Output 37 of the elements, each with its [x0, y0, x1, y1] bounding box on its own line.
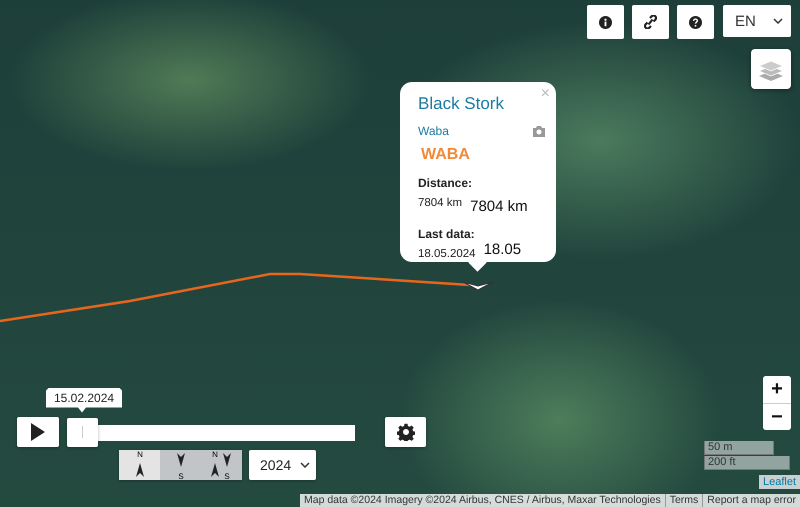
help-icon: [689, 16, 702, 28]
direction-mode-button[interactable]: N S: [201, 450, 242, 480]
play-button[interactable]: [17, 417, 59, 447]
last-data-label: Last data:: [418, 227, 475, 241]
scale-bar: 50 m: [704, 441, 774, 455]
date-tooltip: 15.02.2024: [46, 388, 122, 412]
bird-marker-icon[interactable]: [462, 282, 494, 291]
year-select[interactable]: 2024: [249, 450, 316, 480]
attribution-text: Map data ©2024 Imagery ©2024 Airbus, CNES / Airbus, Maxar Technologies: [302, 494, 662, 507]
terms-link[interactable]: Terms: [664, 494, 702, 507]
zoom-out-button[interactable]: −: [763, 403, 791, 430]
scale-bar: 200 ft: [704, 456, 790, 470]
subtitle-link[interactable]: Waba: [418, 124, 449, 138]
report-error-link[interactable]: Report a map error: [702, 494, 800, 507]
direction-mode-button[interactable]: S: [160, 450, 201, 480]
settings-button[interactable]: [385, 417, 426, 447]
slider-thumb[interactable]: [67, 418, 98, 446]
satellite-map[interactable]: [0, 0, 800, 507]
distance-label: Distance:: [418, 176, 472, 190]
camera-icon[interactable]: [532, 126, 546, 136]
popup-title: Black Stork: [418, 94, 504, 114]
play-icon: [31, 423, 45, 441]
chevron-down-icon: [300, 462, 310, 468]
last-data-value: 18.05.2024: [418, 248, 476, 260]
chevron-down-icon: [773, 18, 783, 24]
project-label: WABA: [421, 146, 470, 164]
language-select[interactable]: EN: [723, 5, 791, 37]
settings-icon: [396, 423, 414, 441]
link-icon: [644, 15, 657, 29]
distance-value: 7804 km: [418, 197, 462, 209]
link-button[interactable]: [632, 5, 669, 39]
info-icon: [599, 16, 612, 28]
help-button[interactable]: [677, 5, 714, 39]
distance-large-value: 7804 km: [470, 198, 528, 215]
direction-mode-button[interactable]: N: [119, 450, 160, 480]
info-button[interactable]: [587, 5, 624, 39]
last-data-large-value: 18.05: [484, 241, 522, 258]
